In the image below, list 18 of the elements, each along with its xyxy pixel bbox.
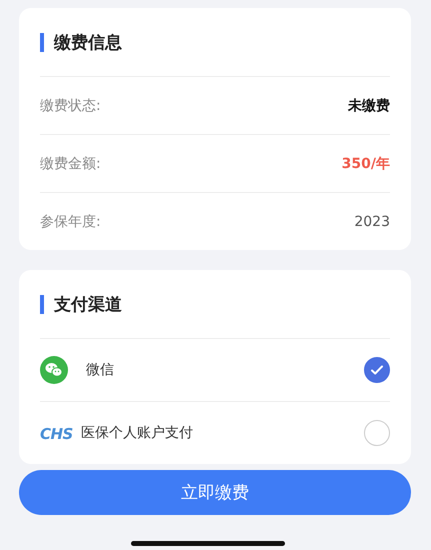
channel-label: 医保个人账户支付 (80, 424, 194, 442)
section-title: 支付渠道 (54, 294, 122, 316)
radio-button[interactable] (364, 357, 390, 383)
channel-label: 微信 (86, 361, 115, 379)
field-label: 缴费状态: (40, 96, 101, 114)
field-label: 缴费金额: (40, 154, 101, 172)
field-value: 350/年 (342, 154, 390, 172)
title-accent-bar (40, 32, 44, 52)
field-value: 2023 (354, 214, 390, 230)
chs-logo: CHS (40, 424, 73, 442)
chat-bubbles-icon (40, 356, 68, 384)
radio-button[interactable] (364, 420, 390, 446)
pay-now-button[interactable]: 立即缴费 (19, 470, 411, 515)
field-label: 参保年度: (40, 212, 101, 230)
check-icon (370, 363, 384, 377)
field-value: 未缴费 (348, 96, 390, 114)
title-accent-bar (40, 294, 44, 314)
section-title: 缴费信息 (54, 32, 122, 54)
